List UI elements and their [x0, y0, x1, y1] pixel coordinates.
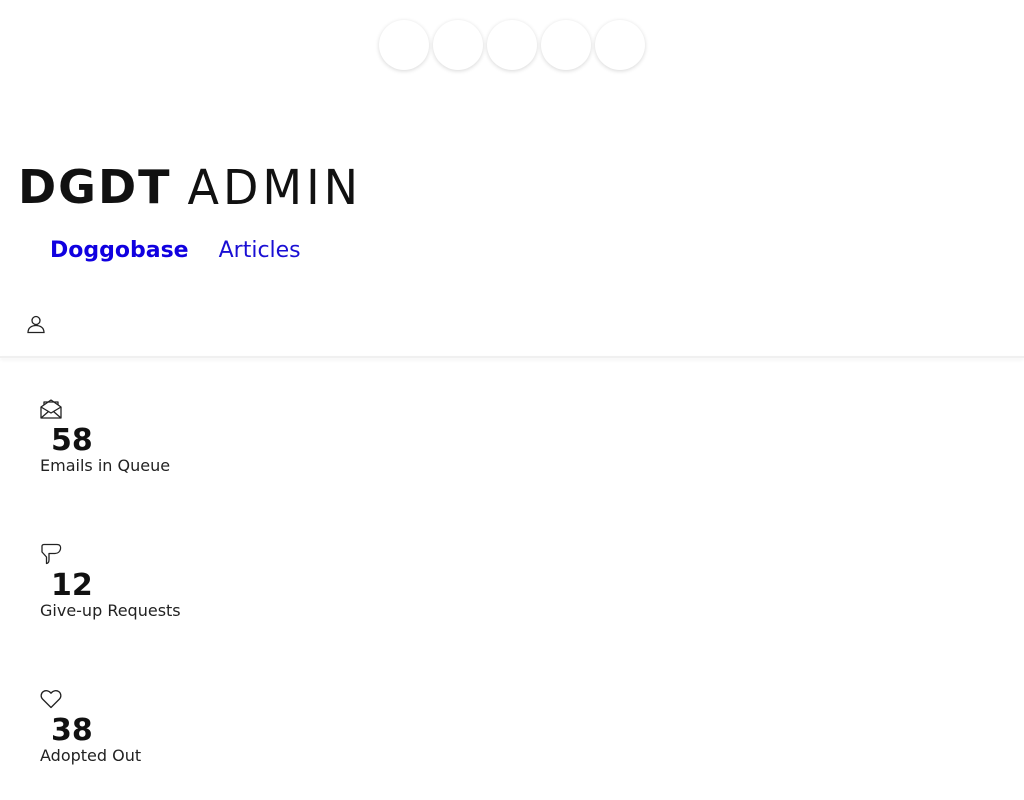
stat-adopted-out: 38 Adopted Out [40, 688, 141, 766]
circle-button-2[interactable] [433, 20, 483, 70]
top-circle-buttons [379, 20, 645, 70]
stat-give-up-requests: 12 Give-up Requests [40, 543, 181, 621]
nav-item-doggobase[interactable]: Doggobase [50, 236, 189, 266]
stat-emails-in-queue: 58 Emails in Queue [40, 398, 170, 476]
heart-icon [40, 690, 62, 709]
thumbs-down-icon [41, 543, 62, 565]
main-nav: Doggobase Articles [50, 236, 301, 266]
logo-thin-text: ADMIN [187, 158, 363, 216]
stat-label: Adopted Out [40, 746, 142, 765]
stat-label: Give-up Requests [40, 601, 181, 620]
circle-button-3[interactable] [487, 20, 537, 70]
envelope-open-icon [40, 399, 62, 419]
stat-label: Emails in Queue [40, 456, 171, 475]
site-logo[interactable]: DGDT ADMIN [18, 158, 363, 216]
logo-bold-text: DGDT [18, 160, 172, 214]
stat-value: 38 [51, 713, 93, 748]
circle-button-1[interactable] [379, 20, 429, 70]
circle-button-4[interactable] [541, 20, 591, 70]
stat-value: 12 [51, 568, 93, 603]
header-divider [0, 356, 1024, 358]
stat-value: 58 [51, 423, 93, 458]
circle-button-5[interactable] [595, 20, 645, 70]
nav-item-articles[interactable]: Articles [219, 236, 301, 266]
user-icon[interactable] [26, 314, 46, 334]
